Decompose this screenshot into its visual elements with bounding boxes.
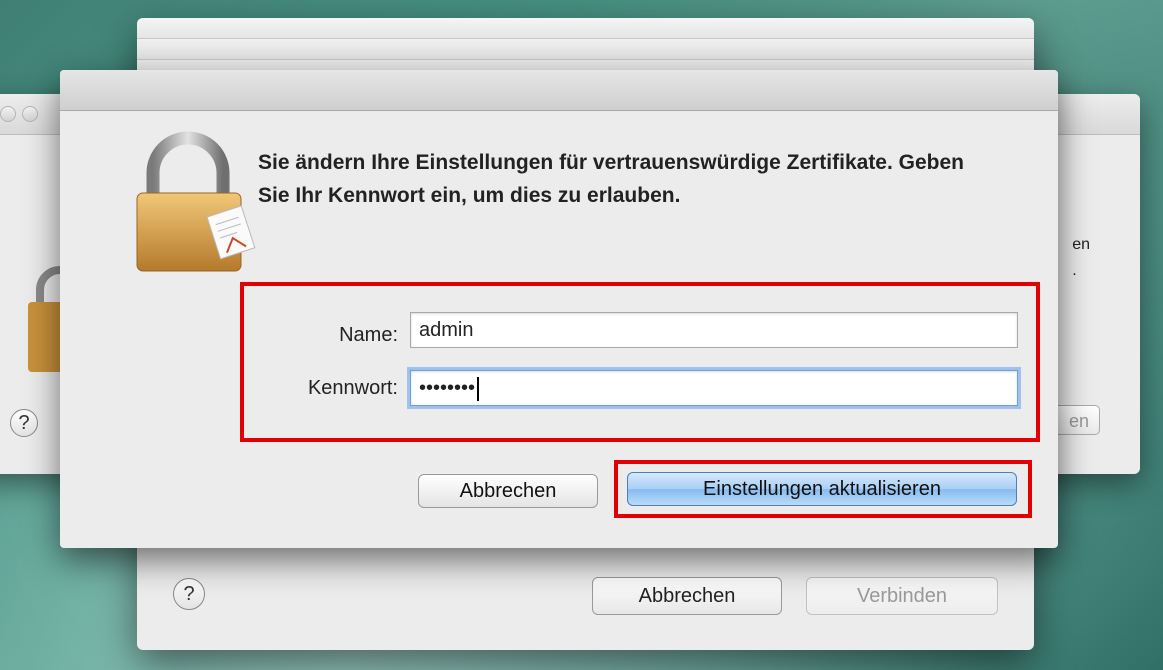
connect-button[interactable]: Verbinden bbox=[806, 577, 998, 615]
help-button[interactable]: ? bbox=[10, 409, 38, 437]
sheet-stack-edge bbox=[137, 39, 1034, 60]
confirm-button-highlight-box bbox=[614, 460, 1032, 518]
cancel-button[interactable]: Abbrechen bbox=[592, 577, 782, 615]
cancel-button[interactable]: Abbrechen bbox=[418, 474, 598, 508]
lock-certificate-icon bbox=[136, 131, 256, 272]
window-minimize-button[interactable] bbox=[22, 106, 38, 122]
help-button[interactable]: ? bbox=[173, 578, 205, 610]
credentials-highlight-box bbox=[240, 282, 1040, 442]
dialog-message: Sie ändern Ihre Einstellungen für vertra… bbox=[258, 151, 965, 207]
sheet-stack-edge bbox=[137, 18, 1034, 39]
window-close-button[interactable] bbox=[0, 106, 16, 122]
back-window-text: en . bbox=[1072, 236, 1090, 279]
dialog-header bbox=[60, 70, 1058, 111]
